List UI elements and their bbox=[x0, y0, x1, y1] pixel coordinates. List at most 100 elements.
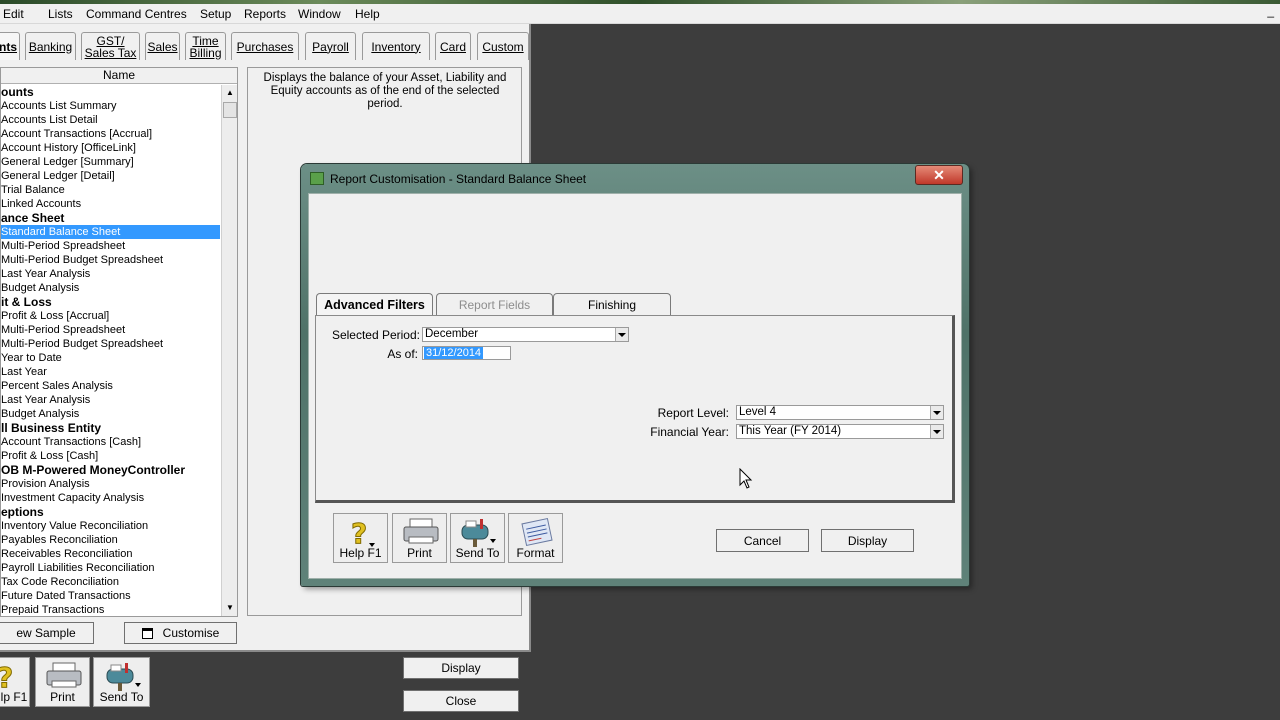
list-item[interactable]: Account Transactions [Cash] bbox=[1, 435, 220, 449]
tab-payroll[interactable]: Payroll bbox=[305, 32, 356, 60]
help-icon: ? bbox=[0, 661, 14, 691]
list-item[interactable]: Inventory Value Reconciliation bbox=[1, 519, 220, 533]
dialog-display-button[interactable]: Display bbox=[821, 529, 914, 552]
menu-help[interactable]: Help bbox=[355, 7, 380, 21]
list-group-heading[interactable]: ance Sheet bbox=[1, 211, 220, 225]
list-item[interactable]: Last Year Analysis bbox=[1, 267, 220, 281]
tab-inventory[interactable]: Inventory bbox=[362, 32, 430, 60]
list-group-heading[interactable]: OB M-Powered MoneyController bbox=[1, 463, 220, 477]
tab-time-billing[interactable]: Time Billing bbox=[185, 32, 226, 60]
list-item[interactable]: Multi-Period Budget Spreadsheet bbox=[1, 253, 220, 267]
tab-advanced-filters[interactable]: Advanced Filters bbox=[316, 293, 433, 316]
filter-icon bbox=[141, 627, 153, 639]
list-item[interactable]: Provision Analysis bbox=[1, 477, 220, 491]
list-item[interactable]: Investment Capacity Analysis bbox=[1, 491, 220, 505]
tab-sales[interactable]: Sales bbox=[145, 32, 180, 60]
send-to-label: Send To bbox=[455, 546, 500, 560]
report-description: Displays the balance of your Asset, Liab… bbox=[263, 72, 507, 110]
menu-bar: Edit Lists Command Centres Setup Reports… bbox=[0, 4, 1280, 24]
tab-finishing[interactable]: Finishing bbox=[553, 293, 671, 316]
tab-custom[interactable]: Custom bbox=[477, 32, 529, 60]
menu-lists[interactable]: Lists bbox=[48, 7, 73, 21]
as-of-date-value: 31/12/2014 bbox=[424, 347, 484, 359]
menu-edit[interactable]: Edit bbox=[3, 7, 24, 21]
as-of-date-input[interactable]: 31/12/2014 bbox=[422, 346, 511, 360]
list-item[interactable]: Multi-Period Spreadsheet bbox=[1, 239, 220, 253]
list-item[interactable]: Trial Balance bbox=[1, 183, 220, 197]
list-item[interactable]: Profit & Loss [Accrual] bbox=[1, 309, 220, 323]
display-label: Display bbox=[441, 661, 481, 675]
list-item[interactable]: Linked Accounts bbox=[1, 197, 220, 211]
chevron-down-icon[interactable] bbox=[930, 406, 943, 419]
scrollbar-thumb[interactable] bbox=[223, 102, 237, 118]
close-icon[interactable]: ✕ bbox=[915, 165, 963, 185]
report-level-select[interactable]: Level 4 bbox=[736, 405, 944, 420]
list-item[interactable]: Accounts List Summary bbox=[1, 99, 220, 113]
list-scrollbar[interactable]: ▲ ▼ bbox=[221, 85, 237, 616]
list-item[interactable]: Prepaid Transactions bbox=[1, 603, 220, 615]
tab-gst-sales-tax[interactable]: GST/ Sales Tax bbox=[81, 32, 140, 60]
list-item[interactable]: Tax Code Reconciliation bbox=[1, 575, 220, 589]
list-item[interactable]: General Ledger [Detail] bbox=[1, 169, 220, 183]
main-print-button[interactable]: Print bbox=[35, 657, 90, 707]
list-item[interactable]: General Ledger [Summary] bbox=[1, 155, 220, 169]
list-group-heading[interactable]: ounts bbox=[1, 85, 220, 99]
dialog-send-to-button[interactable]: Send To bbox=[450, 513, 505, 563]
advanced-filters-panel: Selected Period: December As of: 31/12/2… bbox=[315, 315, 955, 503]
minimize-icon[interactable]: _ bbox=[1267, 4, 1274, 18]
scroll-up-icon[interactable]: ▲ bbox=[222, 85, 238, 101]
dialog-print-button[interactable]: Print bbox=[392, 513, 447, 563]
list-item[interactable]: Last Year bbox=[1, 365, 220, 379]
list-item[interactable]: Receivables Reconciliation bbox=[1, 547, 220, 561]
list-item[interactable]: Account History [OfficeLink] bbox=[1, 141, 220, 155]
mouse-cursor-icon bbox=[739, 468, 753, 489]
cancel-button[interactable]: Cancel bbox=[716, 529, 809, 552]
tab-card[interactable]: Card bbox=[435, 32, 471, 60]
list-item[interactable]: Payroll Liabilities Reconciliation bbox=[1, 561, 220, 575]
tab-banking[interactable]: Banking bbox=[25, 32, 76, 60]
report-list-body: ounts Accounts List Summary Accounts List … bbox=[1, 85, 220, 615]
menu-command-centres[interactable]: Command Centres bbox=[86, 7, 187, 21]
scroll-down-icon[interactable]: ▼ bbox=[222, 600, 238, 616]
list-item[interactable]: Account Transactions [Accrual] bbox=[1, 127, 220, 141]
list-item[interactable]: Last Year Analysis bbox=[1, 393, 220, 407]
list-item[interactable]: Payables Reconciliation bbox=[1, 533, 220, 547]
report-list: Name ounts Accounts List Summary Accounts … bbox=[0, 67, 238, 617]
tab-purchases[interactable]: Purchases bbox=[231, 32, 299, 60]
list-item[interactable]: Percent Sales Analysis bbox=[1, 379, 220, 393]
menu-reports[interactable]: Reports bbox=[244, 7, 286, 21]
list-item[interactable]: Future Dated Transactions bbox=[1, 589, 220, 603]
list-item[interactable]: Accounts List Detail bbox=[1, 113, 220, 127]
list-group-heading[interactable]: ll Business Entity bbox=[1, 421, 220, 435]
customise-button[interactable]: Customise bbox=[124, 622, 237, 644]
tab-label: Inventory bbox=[371, 39, 421, 54]
view-sample-label: ew Sample bbox=[16, 626, 76, 640]
list-item[interactable]: Profit & Loss [Cash] bbox=[1, 449, 220, 463]
list-group-heading[interactable]: eptions bbox=[1, 505, 220, 519]
close-button[interactable]: Close bbox=[403, 690, 519, 712]
list-item[interactable]: Multi-Period Spreadsheet bbox=[1, 323, 220, 337]
list-item[interactable]: Budget Analysis bbox=[1, 281, 220, 295]
chevron-down-icon[interactable] bbox=[615, 328, 628, 341]
display-button[interactable]: Display bbox=[403, 657, 519, 679]
view-sample-button[interactable]: ew Sample bbox=[0, 622, 94, 644]
tab-report-fields[interactable]: Report Fields bbox=[436, 293, 553, 316]
financial-year-select[interactable]: This Year (FY 2014) bbox=[736, 424, 944, 439]
menu-window[interactable]: Window bbox=[298, 7, 341, 21]
main-send-to-button[interactable]: Send To bbox=[93, 657, 150, 707]
list-item[interactable]: Budget Analysis bbox=[1, 407, 220, 421]
selected-period-select[interactable]: December bbox=[422, 327, 629, 342]
list-item[interactable]: Multi-Period Budget Spreadsheet bbox=[1, 337, 220, 351]
list-header-name[interactable]: Name bbox=[1, 68, 237, 84]
tab-accounts[interactable]: nts bbox=[0, 32, 20, 60]
dialog-client-area: Advanced Filters Report Fields Finishing… bbox=[308, 193, 962, 579]
dialog-format-button[interactable]: Format bbox=[508, 513, 563, 563]
chevron-down-icon[interactable] bbox=[930, 425, 943, 438]
dialog-help-button[interactable]: ? Help F1 bbox=[333, 513, 388, 563]
menu-setup[interactable]: Setup bbox=[200, 7, 231, 21]
list-group-heading[interactable]: it & Loss bbox=[1, 295, 220, 309]
tab-label: Custom bbox=[482, 39, 524, 54]
list-item[interactable]: Year to Date bbox=[1, 351, 220, 365]
list-item[interactable]: Standard Balance Sheet bbox=[1, 225, 220, 239]
main-help-button[interactable]: ? lp F1 bbox=[0, 657, 30, 707]
